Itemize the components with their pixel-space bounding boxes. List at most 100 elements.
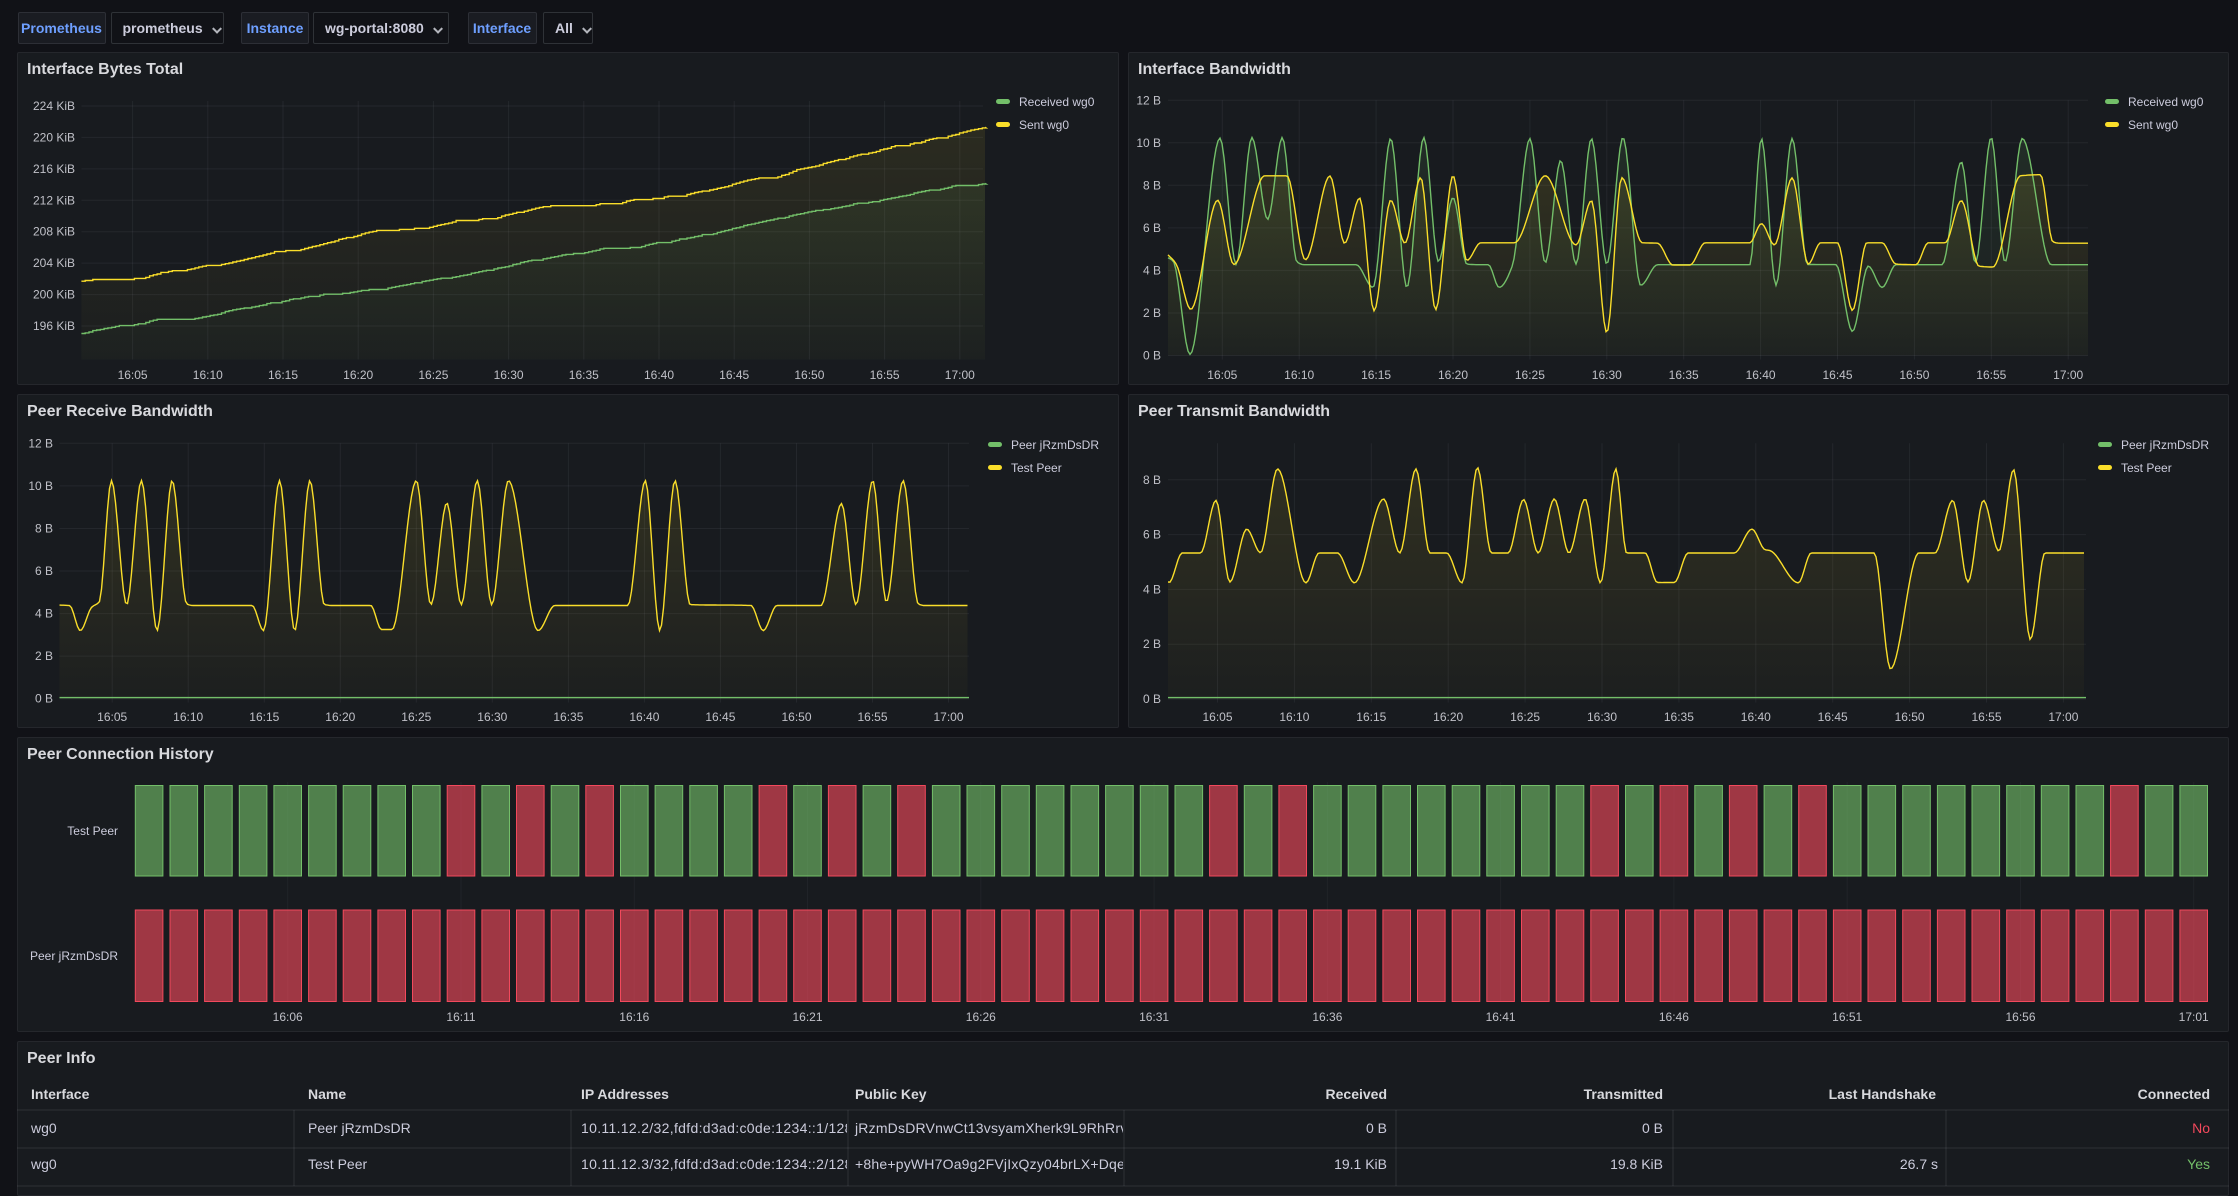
svg-text:16:15: 16:15 [1361,368,1391,382]
svg-text:16:35: 16:35 [569,368,599,382]
svg-text:16:31: 16:31 [1139,1010,1169,1024]
svg-text:17:01: 17:01 [2179,1010,2209,1024]
svg-text:8 B: 8 B [1143,473,1161,487]
svg-text:4 B: 4 B [35,607,53,621]
svg-text:17:00: 17:00 [945,368,975,382]
svg-text:16:35: 16:35 [1669,368,1699,382]
svg-text:16:25: 16:25 [401,710,431,724]
svg-text:2 B: 2 B [1143,306,1161,320]
svg-text:16:40: 16:40 [1746,368,1776,382]
svg-text:Yes: Yes [2187,1156,2210,1172]
svg-text:16:30: 16:30 [1587,710,1617,724]
svg-text:16:45: 16:45 [1818,710,1848,724]
svg-text:16:15: 16:15 [268,368,298,382]
svg-text:0 B: 0 B [1143,349,1161,363]
svg-text:No: No [2192,1120,2210,1136]
svg-text:224 KiB: 224 KiB [33,99,75,113]
svg-text:19.8 KiB: 19.8 KiB [1610,1156,1663,1172]
svg-text:Peer jRzmDsDR: Peer jRzmDsDR [2121,438,2209,452]
svg-text:10 B: 10 B [1136,136,1161,150]
svg-text:16:16: 16:16 [619,1010,649,1024]
svg-text:10 B: 10 B [28,479,53,493]
svg-text:16:05: 16:05 [1202,710,1232,724]
svg-text:6 B: 6 B [1143,528,1161,542]
svg-text:16:50: 16:50 [1895,710,1925,724]
svg-text:+8he+pyWH7Oa9g2FVjIxQzy04brLX+: +8he+pyWH7Oa9g2FVjIxQzy04brLX+Dqe3YCqNQ [855,1156,1182,1172]
svg-text:wg0: wg0 [30,1156,57,1172]
svg-text:16:20: 16:20 [1438,368,1468,382]
svg-text:6 B: 6 B [1143,221,1161,235]
svg-text:16:20: 16:20 [1433,710,1463,724]
svg-text:26.7 s: 26.7 s [1900,1156,1938,1172]
svg-text:Last Handshake: Last Handshake [1829,1086,1937,1102]
svg-text:Name: Name [308,1086,346,1102]
svg-text:16:30: 16:30 [1592,368,1622,382]
svg-text:Received wg0: Received wg0 [1019,95,1095,109]
svg-text:16:55: 16:55 [1971,710,2001,724]
svg-text:16:05: 16:05 [97,710,127,724]
svg-text:16:41: 16:41 [1486,1010,1516,1024]
svg-text:17:00: 17:00 [933,710,963,724]
svg-text:19.1 KiB: 19.1 KiB [1334,1156,1387,1172]
svg-text:16:25: 16:25 [1510,710,1540,724]
svg-text:Sent wg0: Sent wg0 [2128,118,2178,132]
svg-text:216 KiB: 216 KiB [33,162,75,176]
svg-text:2 B: 2 B [35,649,53,663]
svg-text:220 KiB: 220 KiB [33,130,75,144]
svg-text:16:50: 16:50 [1899,368,1929,382]
svg-text:12 B: 12 B [28,436,53,450]
svg-text:Peer jRzmDsDR: Peer jRzmDsDR [1011,438,1099,452]
svg-text:Received: Received [1326,1086,1387,1102]
svg-text:16:56: 16:56 [2005,1010,2035,1024]
svg-text:Interface: Interface [31,1086,90,1102]
svg-text:4 B: 4 B [1143,582,1161,596]
svg-text:16:10: 16:10 [173,710,203,724]
svg-text:16:45: 16:45 [719,368,749,382]
svg-text:16:55: 16:55 [870,368,900,382]
svg-text:212 KiB: 212 KiB [33,193,75,207]
svg-text:16:05: 16:05 [118,368,148,382]
svg-text:16:50: 16:50 [794,368,824,382]
svg-text:6 B: 6 B [35,564,53,578]
svg-text:10.11.12.3/32,fdfd:d3ad:c0de:1: 10.11.12.3/32,fdfd:d3ad:c0de:1234::2/128 [581,1156,853,1172]
svg-text:8 B: 8 B [35,521,53,535]
svg-text:16:05: 16:05 [1207,368,1237,382]
svg-text:16:25: 16:25 [418,368,448,382]
svg-text:12 B: 12 B [1136,93,1161,107]
svg-text:16:46: 16:46 [1659,1010,1689,1024]
svg-text:16:20: 16:20 [325,710,355,724]
svg-text:jRzmDsDRVnwCt13vsyamXherk9L9Rh: jRzmDsDRVnwCt13vsyamXherk9L9RhRrvDpMc4 [854,1120,1173,1136]
svg-text:0 B: 0 B [1366,1120,1387,1136]
svg-text:16:11: 16:11 [446,1010,475,1024]
svg-text:Test Peer: Test Peer [2121,461,2172,475]
svg-text:16:40: 16:40 [1741,710,1771,724]
svg-text:Test Peer: Test Peer [1011,461,1062,475]
svg-text:16:21: 16:21 [792,1010,822,1024]
svg-text:16:36: 16:36 [1312,1010,1342,1024]
svg-text:16:55: 16:55 [1976,368,2006,382]
svg-text:16:40: 16:40 [629,710,659,724]
svg-text:16:15: 16:15 [1356,710,1386,724]
svg-text:16:10: 16:10 [1279,710,1309,724]
svg-text:8 B: 8 B [1143,178,1161,192]
svg-text:16:51: 16:51 [1832,1010,1862,1024]
svg-text:16:30: 16:30 [477,710,507,724]
svg-text:Sent wg0: Sent wg0 [1019,118,1069,132]
svg-text:16:55: 16:55 [857,710,887,724]
svg-text:16:15: 16:15 [249,710,279,724]
svg-text:0 B: 0 B [35,692,53,706]
svg-text:Transmitted: Transmitted [1584,1086,1663,1102]
svg-text:Received wg0: Received wg0 [2128,95,2204,109]
svg-text:16:35: 16:35 [1664,710,1694,724]
svg-text:17:00: 17:00 [2053,368,2083,382]
svg-text:4 B: 4 B [1143,263,1161,277]
svg-text:IP Addresses: IP Addresses [581,1086,669,1102]
svg-text:Peer jRzmDsDR: Peer jRzmDsDR [308,1120,411,1136]
svg-text:16:10: 16:10 [193,368,223,382]
svg-text:16:26: 16:26 [966,1010,996,1024]
svg-text:16:30: 16:30 [494,368,524,382]
svg-text:Connected: Connected [2138,1086,2210,1102]
svg-text:16:20: 16:20 [343,368,373,382]
svg-text:16:45: 16:45 [705,710,735,724]
svg-text:16:40: 16:40 [644,368,674,382]
